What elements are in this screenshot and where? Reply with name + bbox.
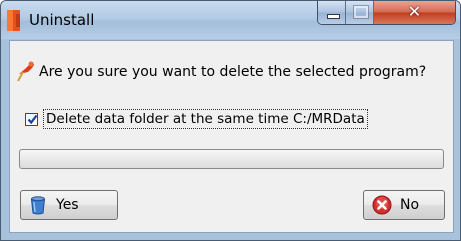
uninstall-window: Uninstall ✕ Are you sure you want to del… bbox=[0, 0, 461, 241]
window-title: Uninstall bbox=[29, 11, 95, 29]
recycle-bin-icon bbox=[30, 196, 46, 215]
minimize-icon bbox=[327, 14, 340, 19]
yes-button-label: Yes bbox=[56, 197, 79, 213]
close-icon: ✕ bbox=[407, 2, 422, 21]
no-button[interactable]: No bbox=[363, 190, 445, 220]
delete-data-checkbox[interactable] bbox=[25, 113, 38, 126]
minimize-button[interactable] bbox=[318, 1, 346, 24]
cancel-x-icon bbox=[372, 195, 392, 215]
no-button-label: No bbox=[400, 197, 420, 213]
app-icon bbox=[7, 10, 20, 31]
maximize-button[interactable] bbox=[346, 1, 374, 24]
pushpin-icon bbox=[17, 61, 34, 82]
title-bar[interactable]: Uninstall ✕ bbox=[1, 1, 460, 39]
yes-button[interactable]: Yes bbox=[20, 190, 118, 220]
maximize-icon bbox=[353, 5, 369, 19]
delete-data-label[interactable]: Delete data folder at the same time C:/M… bbox=[43, 109, 368, 129]
uninstall-progress-bar bbox=[19, 149, 444, 169]
window-controls: ✕ bbox=[317, 1, 456, 25]
dialog-body: Are you sure you want to delete the sele… bbox=[9, 40, 454, 233]
confirm-question: Are you sure you want to delete the sele… bbox=[39, 64, 427, 80]
close-button[interactable]: ✕ bbox=[374, 1, 455, 24]
checkmark-icon bbox=[27, 114, 38, 125]
